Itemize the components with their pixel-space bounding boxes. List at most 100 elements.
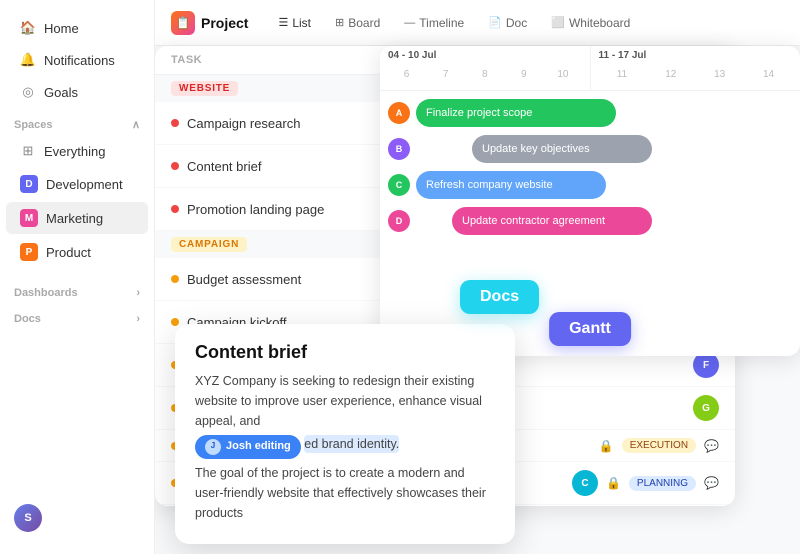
timeline-icon: — <box>404 17 415 29</box>
tab-list[interactable]: ☰ List <box>268 8 321 38</box>
gantt-tooltip-label: Gantt <box>569 320 611 337</box>
josh-avatar: J <box>205 439 221 455</box>
sidebar: 🏠 Home 🔔 Notifications ◎ Goals Spaces ∧ … <box>0 0 155 554</box>
gantt-period1: 04 - 10 Jul <box>388 50 582 61</box>
product-dot: P <box>20 243 38 261</box>
spaces-label: Spaces <box>14 119 53 131</box>
gantt-bar: Update key objectives <box>472 135 652 163</box>
docs-badge: Docs <box>460 280 539 314</box>
sidebar-item-home[interactable]: 🏠 Home <box>6 13 148 43</box>
gantt-bar-row: D Update contractor agreement <box>388 207 792 235</box>
sidebar-item-product[interactable]: P Product <box>6 236 148 268</box>
home-icon: 🏠 <box>20 20 36 36</box>
sidebar-item-everything[interactable]: ⊞ Everything <box>6 136 148 166</box>
gantt-tooltip-badge: Gantt <box>549 312 631 346</box>
project-title-area: 📋 Project <box>171 11 248 35</box>
avatar: D <box>388 210 410 232</box>
list-icon: ☰ <box>278 16 288 29</box>
docs-section[interactable]: Docs › <box>0 303 154 329</box>
sidebar-everything-label: Everything <box>44 144 105 159</box>
gantt-bar: Finalize project scope <box>416 99 616 127</box>
website-section-badge: WEBSITE <box>171 81 238 96</box>
gantt-day: 7 <box>427 63 464 86</box>
campaign-section-badge: CAMPAIGN <box>171 237 247 252</box>
task-dot <box>171 318 179 326</box>
gantt-day: 14 <box>745 63 792 86</box>
tab-whiteboard[interactable]: ⬜ Whiteboard <box>541 8 640 38</box>
task-dot <box>171 205 179 213</box>
gantt-period2: 11 - 17 Jul <box>599 50 793 61</box>
gantt-day: 6 <box>388 63 425 86</box>
tab-timeline[interactable]: — Timeline <box>394 8 474 38</box>
gantt-day: 13 <box>696 63 743 86</box>
gantt-day: 11 <box>599 63 646 86</box>
gantt-bar-label: Finalize project scope <box>426 107 532 119</box>
sidebar-item-marketing[interactable]: M Marketing <box>6 202 148 234</box>
gantt-day: 8 <box>466 63 503 86</box>
tab-timeline-label: Timeline <box>419 16 464 30</box>
project-name: Project <box>201 15 248 31</box>
grid-icon: ⊞ <box>20 143 36 159</box>
sidebar-item-notifications[interactable]: 🔔 Notifications <box>6 45 148 75</box>
marketing-dot: M <box>20 209 38 227</box>
docs-overlay: Content brief XYZ Company is seeking to … <box>175 324 515 544</box>
project-icon: 📋 <box>171 11 195 35</box>
tab-board[interactable]: ⊞ Board <box>325 8 390 38</box>
status-badge: PLANNING <box>629 476 696 491</box>
task-dot <box>171 275 179 283</box>
gantt-bar: Refresh company website <box>416 171 606 199</box>
development-dot: D <box>20 175 38 193</box>
gantt-bar-row: A Finalize project scope <box>388 99 792 127</box>
avatar: G <box>693 395 719 421</box>
docs-goal-text: The goal of the project is to create a m… <box>195 466 486 520</box>
avatar: B <box>388 138 410 160</box>
avatar-initials: S <box>24 512 31 524</box>
gantt-bar-row: B Update key objectives <box>388 135 792 163</box>
doc-icon: 📄 <box>488 16 502 29</box>
main-content: 📋 Project ☰ List ⊞ Board — Timeline 📄 Do… <box>155 0 800 554</box>
docs-label: Docs <box>14 313 41 325</box>
gantt-day: 10 <box>544 63 581 86</box>
chevron-icon[interactable]: ∧ <box>132 118 140 131</box>
sidebar-development-label: Development <box>46 177 123 192</box>
chevron-right-icon: › <box>136 313 140 325</box>
sidebar-item-development[interactable]: D Development <box>6 168 148 200</box>
tab-board-label: Board <box>348 16 380 30</box>
gantt-day: 9 <box>505 63 542 86</box>
tab-list-label: List <box>292 16 311 30</box>
avatar[interactable]: S <box>14 504 42 532</box>
avatar: C <box>572 470 598 496</box>
tab-doc[interactable]: 📄 Doc <box>478 8 537 38</box>
sidebar-marketing-label: Marketing <box>46 211 103 226</box>
gantt-overlay: 04 - 10 Jul 6 7 8 9 10 11 - 17 Jul 11 12… <box>380 46 800 356</box>
avatar: A <box>388 102 410 124</box>
lock-icon: 🔒 <box>599 439 614 453</box>
docs-title: Content brief <box>195 342 495 363</box>
chevron-right-icon: › <box>136 287 140 299</box>
docs-badge-label: Docs <box>480 288 519 305</box>
gantt-bar-label: Update contractor agreement <box>462 215 605 227</box>
sidebar-nav-goals-label: Goals <box>44 85 78 100</box>
status-badge: EXECUTION <box>622 438 696 453</box>
sidebar-product-label: Product <box>46 245 91 260</box>
project-header: 📋 Project ☰ List ⊞ Board — Timeline 📄 Do… <box>155 0 800 46</box>
whiteboard-icon: ⬜ <box>551 16 565 29</box>
gantt-bar-label: Refresh company website <box>426 179 553 191</box>
user-avatar-area: S <box>0 494 154 542</box>
gantt-header: 04 - 10 Jul 6 7 8 9 10 11 - 17 Jul 11 12… <box>380 46 800 91</box>
gantt-body: A Finalize project scope B Update key ob… <box>380 91 800 251</box>
task-dot <box>171 119 179 127</box>
message-icon: 💬 <box>704 476 719 490</box>
sidebar-nav-home-label: Home <box>44 21 79 36</box>
sidebar-item-goals[interactable]: ◎ Goals <box>6 77 148 107</box>
gantt-bar-label: Update key objectives <box>482 143 590 155</box>
josh-editing-badge: J Josh editing <box>195 435 301 459</box>
dashboards-label: Dashboards <box>14 287 78 299</box>
gantt-bar-row: C Refresh company website <box>388 171 792 199</box>
josh-editing-label: Josh editing <box>226 438 291 456</box>
bell-icon: 🔔 <box>20 52 36 68</box>
lock-icon: 🔒 <box>606 476 621 490</box>
task-dot <box>171 162 179 170</box>
dashboards-section[interactable]: Dashboards › <box>0 277 154 303</box>
board-icon: ⊞ <box>335 16 344 29</box>
